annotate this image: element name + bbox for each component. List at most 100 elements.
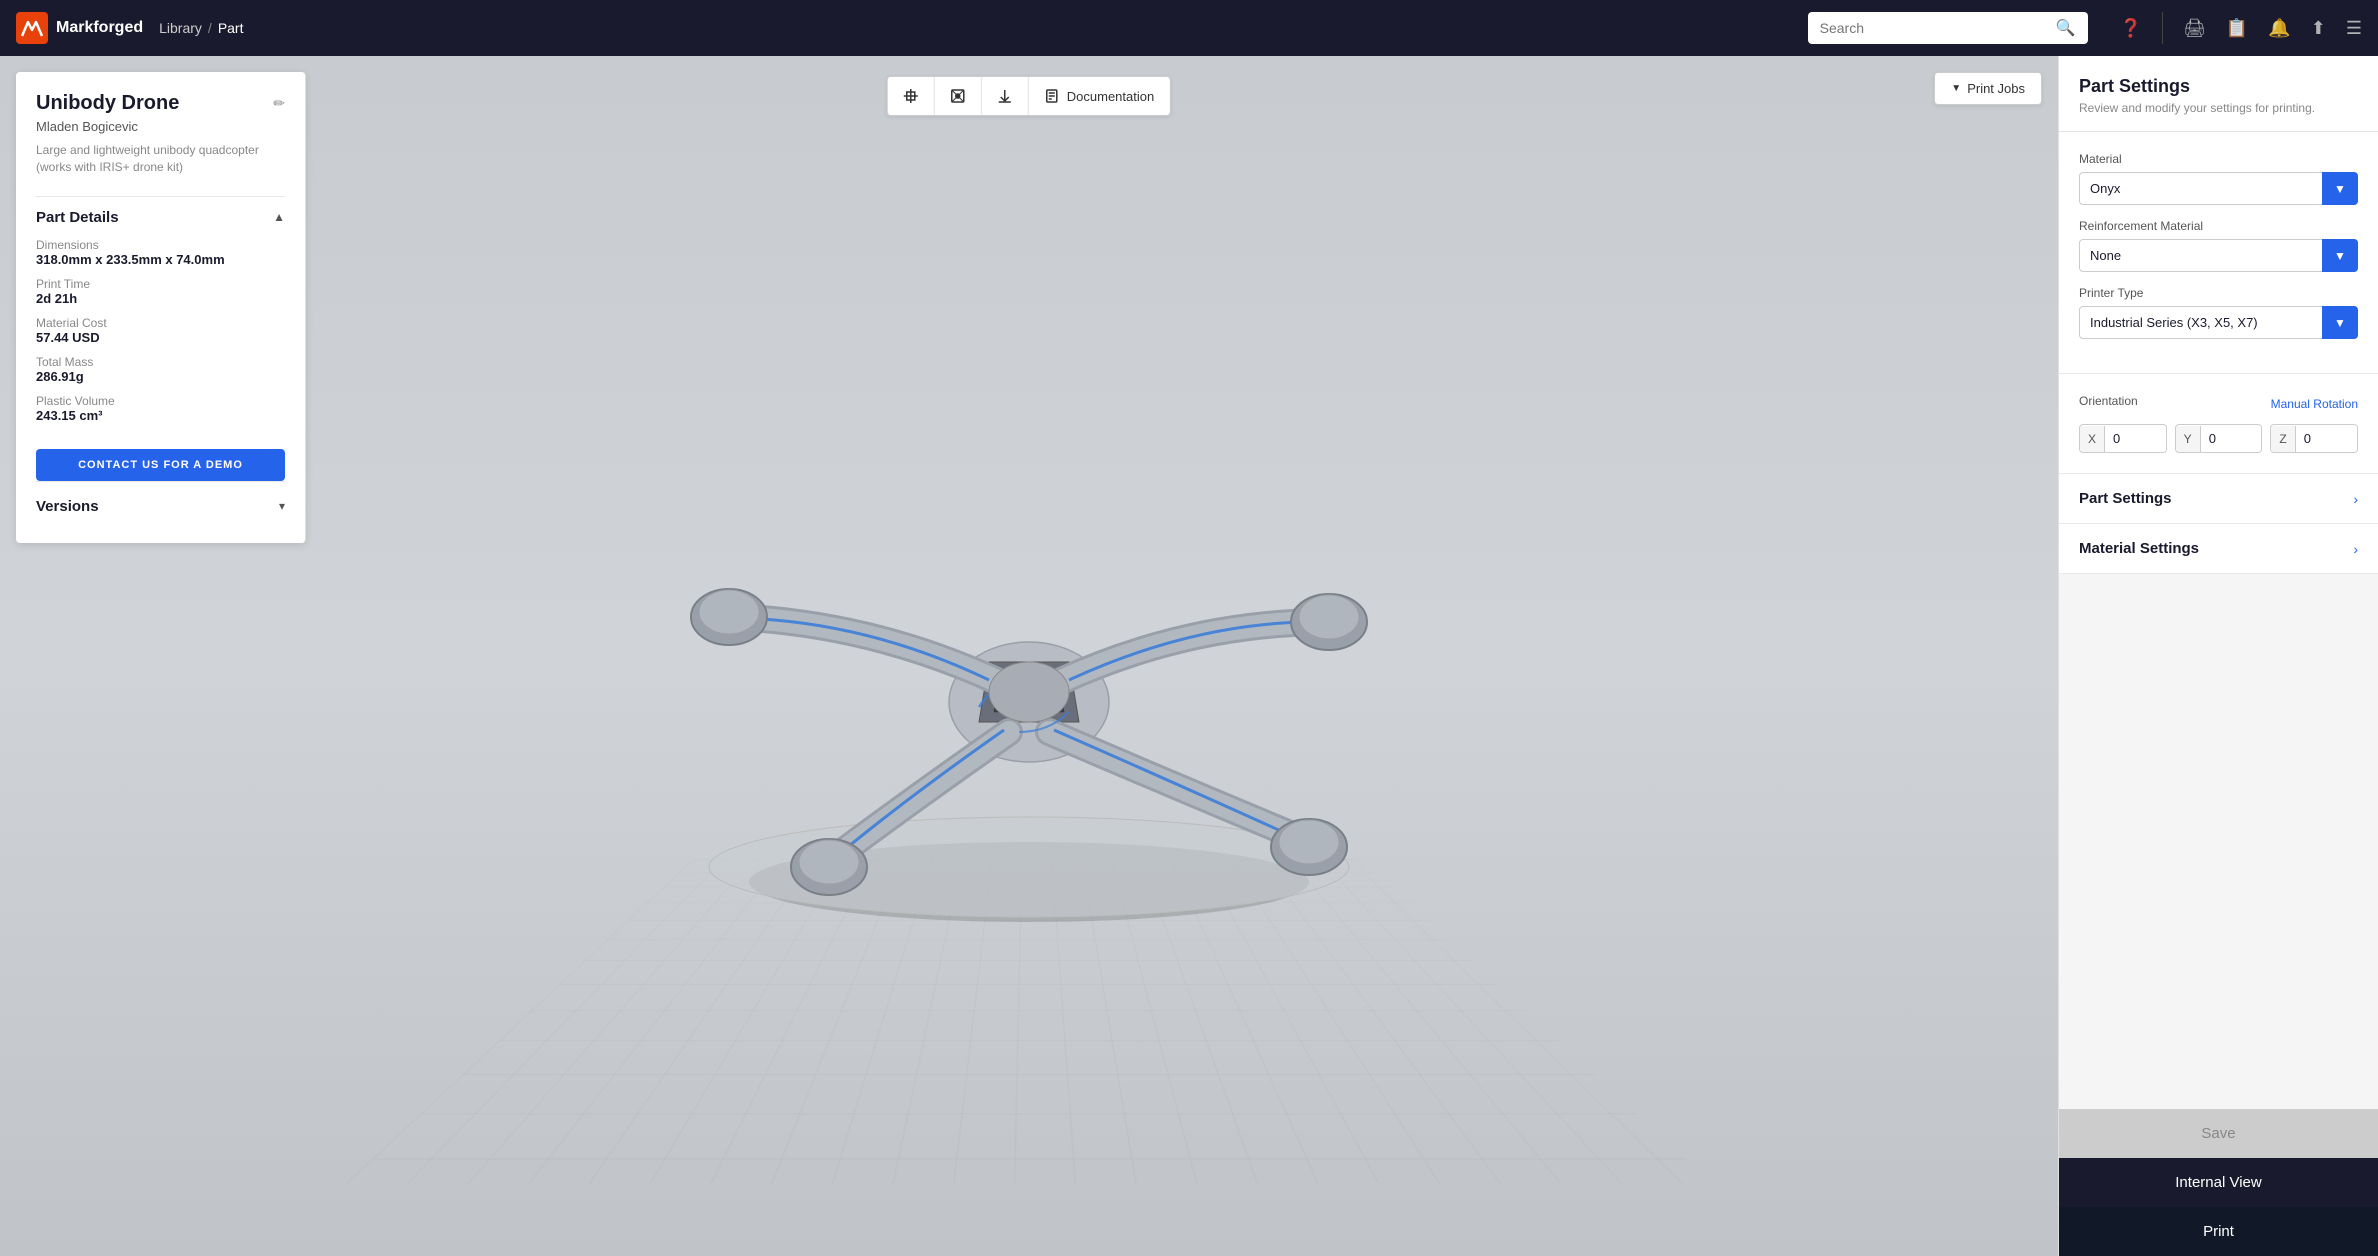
search-bar[interactable]: 🔍 [1808, 12, 2088, 44]
right-panel: Part Settings Review and modify your set… [2058, 56, 2378, 1256]
orientation-section: Orientation Manual Rotation X Y Z [2059, 374, 2378, 474]
search-input[interactable] [1820, 20, 2048, 36]
save-button[interactable]: Save [2059, 1109, 2378, 1158]
part-details-chevron-icon: ▲ [273, 210, 285, 224]
internal-view-button[interactable]: Internal View [2059, 1158, 2378, 1207]
download-button[interactable] [982, 77, 1029, 115]
print-time-row: Print Time 2d 21h [36, 277, 285, 306]
header: Markforged Library / Part 🔍 ❓ 🖨 📋 🔔 ⬆ ☰ [0, 0, 2378, 56]
material-select[interactable]: Onyx Nylon White Nylon Black [2079, 172, 2358, 205]
x-input[interactable] [2105, 425, 2166, 452]
plastic-volume-label: Plastic Volume [36, 394, 285, 408]
total-mass-label: Total Mass [36, 355, 285, 369]
plastic-volume-row: Plastic Volume 243.15 cm³ [36, 394, 285, 423]
logo-text: Markforged [56, 19, 143, 37]
versions-chevron-icon: ▾ [279, 499, 285, 513]
breadcrumb: Library / Part [159, 20, 243, 36]
printer-type-label: Printer Type [2079, 286, 2358, 300]
part-title: Unibody Drone [36, 92, 179, 115]
part-settings-section: Part Settings › [2059, 474, 2378, 524]
drone-model-svg [629, 422, 1429, 942]
part-settings-header[interactable]: Part Settings › [2059, 474, 2378, 523]
part-details-section[interactable]: Part Details ▲ [36, 196, 285, 238]
z-label: Z [2271, 426, 2295, 452]
x-label: X [2080, 426, 2105, 452]
manual-rotation-link[interactable]: Manual Rotation [2271, 397, 2358, 411]
breadcrumb-current: Part [218, 20, 244, 36]
dimensions-value: 318.0mm x 233.5mm x 74.0mm [36, 252, 285, 267]
part-settings-label: Part Settings [2079, 490, 2172, 507]
panel-subtitle: Review and modify your settings for prin… [2079, 101, 2358, 115]
part-description: Large and lightweight unibody quadcopter… [36, 142, 285, 176]
print-button[interactable]: Print [2059, 1207, 2378, 1256]
3d-model [629, 422, 1429, 942]
part-settings-chevron-icon: › [2353, 491, 2358, 507]
dimensions-row: Dimensions 318.0mm x 233.5mm x 74.0mm [36, 238, 285, 267]
y-label: Y [2176, 426, 2201, 452]
bottom-buttons: Save Internal View Print [2059, 1109, 2378, 1256]
dimensions-label: Dimensions [36, 238, 285, 252]
z-input[interactable] [2296, 425, 2357, 452]
notifications-icon[interactable]: 🔔 [2268, 18, 2290, 39]
dropdown-icon: ▼ [1951, 83, 1961, 94]
material-cost-label: Material Cost [36, 316, 285, 330]
part-author: Mladen Bogicevic [36, 119, 285, 134]
xyz-inputs: X Y Z [2079, 424, 2358, 453]
x-input-group: X [2079, 424, 2167, 453]
printer-type-select-wrapper: Industrial Series (X3, X5, X7) Mark Two … [2079, 306, 2358, 339]
left-panel: Unibody Drone ✏ Mladen Bogicevic Large a… [16, 72, 306, 543]
printer-type-select[interactable]: Industrial Series (X3, X5, X7) Mark Two … [2079, 306, 2358, 339]
panel-title: Part Settings [2079, 76, 2358, 97]
total-mass-row: Total Mass 286.91g [36, 355, 285, 384]
settings-section: Material Onyx Nylon White Nylon Black ▼ … [2059, 132, 2378, 374]
material-settings-header[interactable]: Material Settings › [2059, 524, 2378, 573]
header-divider [2162, 12, 2163, 44]
reinforcement-label: Reinforcement Material [2079, 219, 2358, 233]
versions-section[interactable]: Versions ▾ [36, 481, 285, 523]
total-mass-value: 286.91g [36, 369, 285, 384]
print-jobs-label: Print Jobs [1967, 81, 2025, 96]
demo-button[interactable]: CONTACT US FOR A DEMO [36, 449, 285, 481]
material-settings-section: Material Settings › [2059, 524, 2378, 574]
documentation-label: Documentation [1067, 89, 1154, 104]
center-button[interactable] [935, 77, 982, 115]
toolbar-3d: Documentation [887, 76, 1171, 116]
help-icon[interactable]: ❓ [2120, 18, 2142, 39]
y-input-group: Y [2175, 424, 2263, 453]
main-content: Unibody Drone ✏ Mladen Bogicevic Large a… [0, 56, 2378, 1256]
material-cost-row: Material Cost 57.44 USD [36, 316, 285, 345]
orientation-label: Orientation [2079, 394, 2138, 408]
print-time-label: Print Time [36, 277, 285, 291]
versions-label: Versions [36, 498, 99, 515]
breadcrumb-separator: / [208, 20, 212, 36]
z-input-group: Z [2270, 424, 2358, 453]
menu-icon[interactable]: ☰ [2346, 18, 2362, 39]
header-icons: ❓ 🖨 📋 🔔 ⬆ ☰ [2120, 12, 2362, 44]
breadcrumb-library[interactable]: Library [159, 20, 202, 36]
print-jobs-button[interactable]: ▼ Print Jobs [1934, 72, 2042, 105]
material-settings-label: Material Settings [2079, 540, 2199, 557]
material-settings-chevron-icon: › [2353, 541, 2358, 557]
search-icon[interactable]: 🔍 [2056, 18, 2076, 38]
printer-icon[interactable]: 🖨 [2183, 18, 2206, 39]
viewport: Documentation ▼ Print Jobs [0, 56, 2058, 1256]
reinforcement-select-wrapper: None Fiberglass Carbon Fiber Kevlar ▼ [2079, 239, 2358, 272]
print-time-value: 2d 21h [36, 291, 285, 306]
material-select-wrapper: Onyx Nylon White Nylon Black ▼ [2079, 172, 2358, 205]
plastic-volume-value: 243.15 cm³ [36, 408, 285, 423]
material-cost-value: 57.44 USD [36, 330, 285, 345]
right-panel-header: Part Settings Review and modify your set… [2059, 56, 2378, 132]
orientation-header: Orientation Manual Rotation [2079, 394, 2358, 414]
orient-button[interactable] [888, 77, 935, 115]
markforged-logo-icon [16, 12, 48, 44]
part-details-label: Part Details [36, 209, 119, 226]
upload-icon[interactable]: ⬆ [2311, 18, 2326, 39]
clipboard-icon[interactable]: 📋 [2226, 18, 2248, 39]
y-input[interactable] [2201, 425, 2262, 452]
documentation-button[interactable]: Documentation [1029, 79, 1170, 114]
reinforcement-select[interactable]: None Fiberglass Carbon Fiber Kevlar [2079, 239, 2358, 272]
part-title-row: Unibody Drone ✏ [36, 92, 285, 115]
edit-icon[interactable]: ✏ [273, 95, 285, 112]
right-panel-spacer [2059, 574, 2378, 1109]
logo-area[interactable]: Markforged [16, 12, 143, 44]
